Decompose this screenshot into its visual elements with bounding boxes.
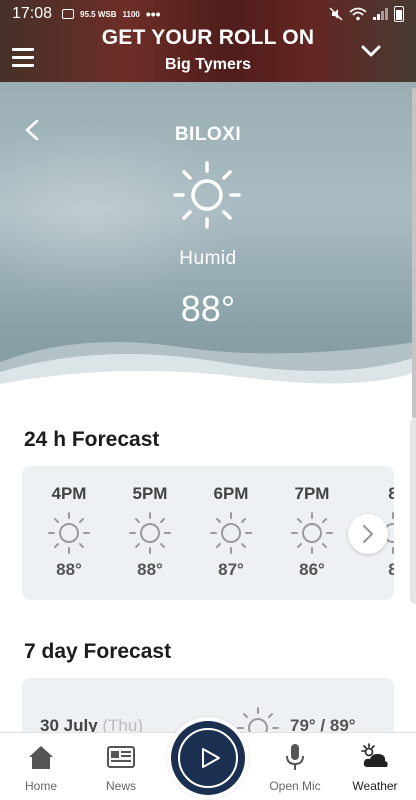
nav-label: Home	[24, 779, 57, 793]
nav-label: News	[105, 779, 136, 793]
now-playing-artist: Big Tymers	[165, 56, 251, 73]
hour-temperature: 88°	[56, 560, 82, 579]
scrollbar[interactable]	[412, 88, 416, 418]
wave-decoration	[0, 342, 416, 402]
overflow-icon: •••	[145, 6, 161, 22]
nav-news[interactable]: News	[86, 743, 156, 793]
image-icon	[62, 9, 75, 19]
city-name: BILOXI	[174, 124, 242, 145]
hour-time: 6PM	[213, 484, 249, 503]
weather-condition: Humid	[179, 248, 237, 269]
nav-open-mic[interactable]: Open Mic	[260, 743, 330, 793]
hour-temperature: 8	[388, 560, 394, 579]
battery-icon	[394, 6, 404, 22]
status-bar: 17:08 95.5 WSB 1100 •••	[0, 0, 416, 28]
sun-icon	[291, 512, 333, 554]
play-button[interactable]	[167, 717, 249, 799]
hourly-forecast-list[interactable]: 4PM 88° 5PM 88° 6PM 87° 7PM 86° 8 8	[22, 466, 394, 600]
station-icon: 95.5 WSB	[80, 9, 117, 19]
wifi-icon	[349, 7, 367, 21]
hour-time: 8	[388, 484, 394, 503]
hour-item: 5PM 88°	[115, 466, 185, 580]
now-playing-title: GET YOUR ROLL ON	[101, 26, 315, 49]
nav-home[interactable]: Home	[6, 743, 76, 793]
home-icon	[29, 746, 53, 769]
play-icon	[202, 748, 220, 768]
nav-weather[interactable]: Weather	[340, 743, 410, 793]
sun-icon	[210, 512, 252, 554]
hour-temperature: 88°	[137, 560, 163, 579]
hour-time: 4PM	[51, 484, 87, 503]
signal-icon	[373, 8, 388, 20]
next-hours-button[interactable]	[348, 514, 388, 554]
status-time: 17:08	[12, 5, 53, 22]
weather-icon	[361, 743, 388, 767]
edge-panel-handle[interactable]	[410, 418, 416, 604]
chevron-right-icon	[362, 524, 374, 544]
now-playing-header: 17:08 95.5 WSB 1100 ••• GET YOUR ROLL ON…	[0, 0, 416, 82]
hour-temperature: 86°	[299, 560, 325, 579]
chevron-down-icon[interactable]	[360, 40, 382, 62]
microphone-icon	[286, 744, 304, 770]
sun-icon	[173, 161, 241, 229]
daily-forecast-title: 7 day Forecast	[24, 640, 172, 663]
sun-icon	[48, 512, 90, 554]
sun-icon	[129, 512, 171, 554]
app-icon: 1100	[122, 9, 140, 19]
hour-time: 5PM	[132, 484, 168, 503]
news-icon	[107, 746, 135, 768]
mute-icon	[329, 7, 343, 21]
hourly-forecast-title: 24 h Forecast	[24, 428, 160, 451]
hour-item: 6PM 87°	[196, 466, 266, 580]
nav-label: Weather	[352, 779, 398, 793]
nav-label: Open Mic	[269, 779, 321, 793]
hour-temperature: 87°	[218, 560, 244, 579]
current-weather: BILOXI Humid 88°	[0, 82, 416, 402]
hour-item: 7PM 86°	[277, 466, 347, 580]
hour-time: 7PM	[294, 484, 330, 503]
hour-item: 4PM 88°	[34, 466, 104, 580]
